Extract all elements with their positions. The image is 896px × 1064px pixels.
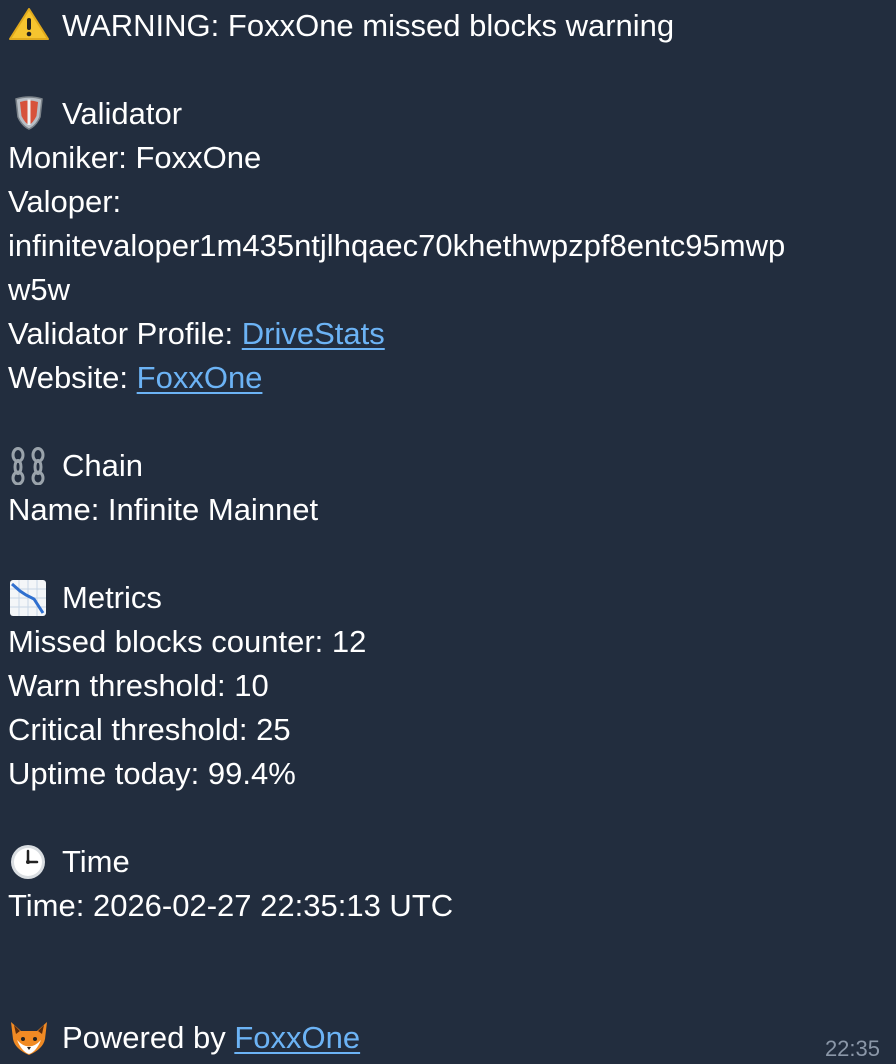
warning-title: WARNING: FoxxOne missed blocks warning xyxy=(62,8,675,43)
fox-icon xyxy=(8,1019,50,1055)
footer-foxxone-link[interactable]: FoxxOne xyxy=(234,1020,360,1055)
chain-name: Name: Infinite Mainnet xyxy=(8,492,319,527)
chart-decreasing-icon xyxy=(8,579,50,616)
chain-icon xyxy=(8,447,50,485)
metrics-heading: Metrics xyxy=(8,576,162,620)
message-timestamp: 22:35 xyxy=(824,1036,880,1061)
validator-valoper-label: Valoper: xyxy=(8,184,122,219)
metric-uptime: Uptime today: 99.4% xyxy=(8,756,296,791)
website-link[interactable]: FoxxOne xyxy=(137,360,263,395)
validator-moniker: Moniker: FoxxOne xyxy=(8,140,262,175)
shield-icon xyxy=(8,95,50,130)
time-value: Time: 2026-02-27 22:35:13 UTC xyxy=(8,888,454,923)
validator-profile: Validator Profile: DriveStats xyxy=(8,316,385,351)
powered-by: Powered by FoxxOne xyxy=(8,1016,360,1060)
metric-critical-threshold: Critical threshold: 25 xyxy=(8,712,291,747)
time-heading: Time xyxy=(8,840,130,884)
metric-missed-blocks: Missed blocks counter: 12 xyxy=(8,624,367,659)
validator-website: Website: FoxxOne xyxy=(8,360,263,395)
warning-icon xyxy=(8,7,50,41)
chain-heading: Chain xyxy=(8,444,143,488)
metric-warn-threshold: Warn threshold: 10 xyxy=(8,668,269,703)
message-bubble: WARNING: FoxxOne missed blocks warning V… xyxy=(0,0,896,1064)
validator-valoper-address-line2: w5w xyxy=(8,272,71,307)
warning-header: WARNING: FoxxOne missed blocks warning xyxy=(8,4,674,48)
drivestats-link[interactable]: DriveStats xyxy=(242,316,385,351)
clock-icon xyxy=(8,843,50,879)
validator-heading: Validator xyxy=(8,92,182,136)
validator-valoper-address-line1: infinitevaloper1m435ntjlhqaec70khethwpzp… xyxy=(8,228,786,263)
